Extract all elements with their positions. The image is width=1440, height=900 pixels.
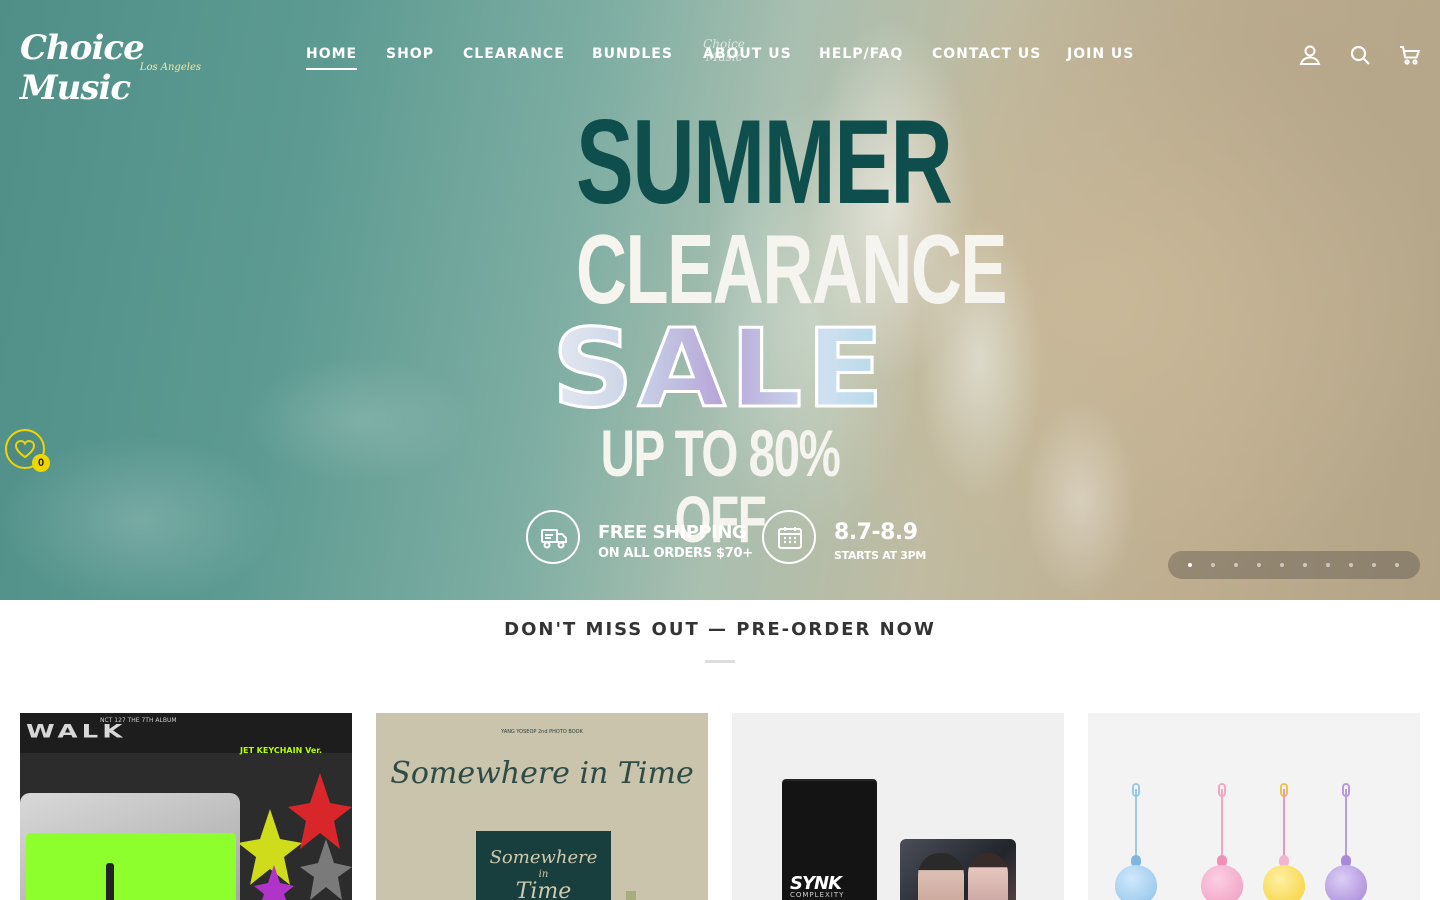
photo-book-item (626, 891, 636, 900)
hero-headline-sale: SALE (510, 314, 930, 425)
charm-purple (1325, 865, 1367, 900)
free-shipping-subtitle: ON ALL ORDERS $70+ (598, 546, 753, 561)
slider-dot[interactable] (1349, 563, 1353, 567)
nav-contact-us[interactable]: CONTACT US (932, 44, 1041, 68)
nav-home[interactable]: HOME (306, 44, 358, 70)
slider-dot[interactable] (1372, 563, 1376, 567)
product-image-version: JET KEYCHAIN Ver. (240, 746, 323, 755)
nav-clearance[interactable]: CLEARANCE (463, 44, 565, 68)
heart-icon (14, 440, 36, 459)
cart-icon[interactable] (1398, 43, 1422, 67)
product-image-caption: COMPLEXITY (790, 891, 845, 899)
logo-location: Los Angeles (139, 62, 201, 73)
slider-dot[interactable] (1280, 563, 1284, 567)
nav-join-us[interactable]: JOIN US (1067, 44, 1134, 68)
slider-dot[interactable] (1303, 563, 1307, 567)
account-icon[interactable] (1298, 43, 1322, 67)
charm-string (1135, 789, 1137, 859)
photo-book: Somewhere in Time (476, 831, 611, 900)
slider-dot[interactable] (1257, 563, 1261, 567)
photo-book-title-time: Time (515, 879, 572, 900)
charm-string (1283, 789, 1285, 859)
hero-headline-clearance: CLEARANCE (576, 214, 1007, 324)
product-card[interactable] (1088, 713, 1420, 900)
charm-yellow (1263, 865, 1305, 900)
slider-dot[interactable] (1211, 563, 1215, 567)
nav-help-faq[interactable]: HELP/FAQ (819, 44, 903, 68)
calendar-icon (762, 510, 816, 564)
hero-banner[interactable]: SUMMER CLEARANCE SALE UP TO 80% OFF FREE… (0, 0, 1440, 600)
album-cover (26, 833, 236, 900)
slider-dot[interactable] (1326, 563, 1330, 567)
product-image-title: Somewhere in Time (390, 756, 694, 791)
truck-icon (526, 510, 580, 564)
hero-headline-summer: SUMMER (576, 95, 953, 229)
section-title-preorder: DON'T MISS OUT — PRE-ORDER NOW (504, 619, 936, 640)
free-shipping-title: FREE SHIPPING (598, 522, 747, 543)
wishlist-count-badge: 0 (32, 454, 50, 472)
nav-about-us[interactable]: ABOUT US (703, 44, 792, 68)
slider-dot[interactable] (1188, 563, 1192, 567)
section-divider (705, 660, 735, 663)
free-shipping-badge: FREE SHIPPING ON ALL ORDERS $70+ (526, 510, 756, 570)
product-card[interactable]: YANG YOSEOP 2nd PHOTO BOOK Somewhere in … (376, 713, 708, 900)
search-icon[interactable] (1348, 43, 1372, 67)
product-image-title: WALK (26, 721, 127, 743)
album-pen (106, 863, 114, 900)
photocard-portrait-2 (968, 853, 1008, 900)
keychain-stars-image (238, 773, 352, 900)
slider-pagination (1168, 551, 1420, 579)
slider-dot[interactable] (1395, 563, 1399, 567)
site-logo[interactable]: Choice Music Los Angeles (20, 28, 205, 108)
product-card[interactable]: SYNK COMPLEXITY (732, 713, 1064, 900)
nav-shop[interactable]: SHOP (386, 44, 434, 68)
photocard-portrait (918, 853, 964, 900)
product-card[interactable]: NCT 127 THE 7TH ALBUM WALK JET KEYCHAIN … (20, 713, 352, 900)
nav-bundles[interactable]: BUNDLES (592, 44, 673, 68)
photo-book-title: Somewhere (489, 847, 598, 868)
charm-blue (1115, 865, 1157, 900)
sale-dates-badge: 8.7-8.9 STARTS AT 3PM (762, 510, 926, 570)
charm-string (1221, 789, 1223, 859)
charm-pink (1201, 865, 1243, 900)
slider-dot[interactable] (1234, 563, 1238, 567)
charm-string (1345, 789, 1347, 859)
sale-dates-title: 8.7-8.9 (834, 520, 918, 545)
sale-dates-subtitle: STARTS AT 3PM (834, 549, 927, 562)
product-image-caption: YANG YOSEOP 2nd PHOTO BOOK (501, 729, 583, 735)
